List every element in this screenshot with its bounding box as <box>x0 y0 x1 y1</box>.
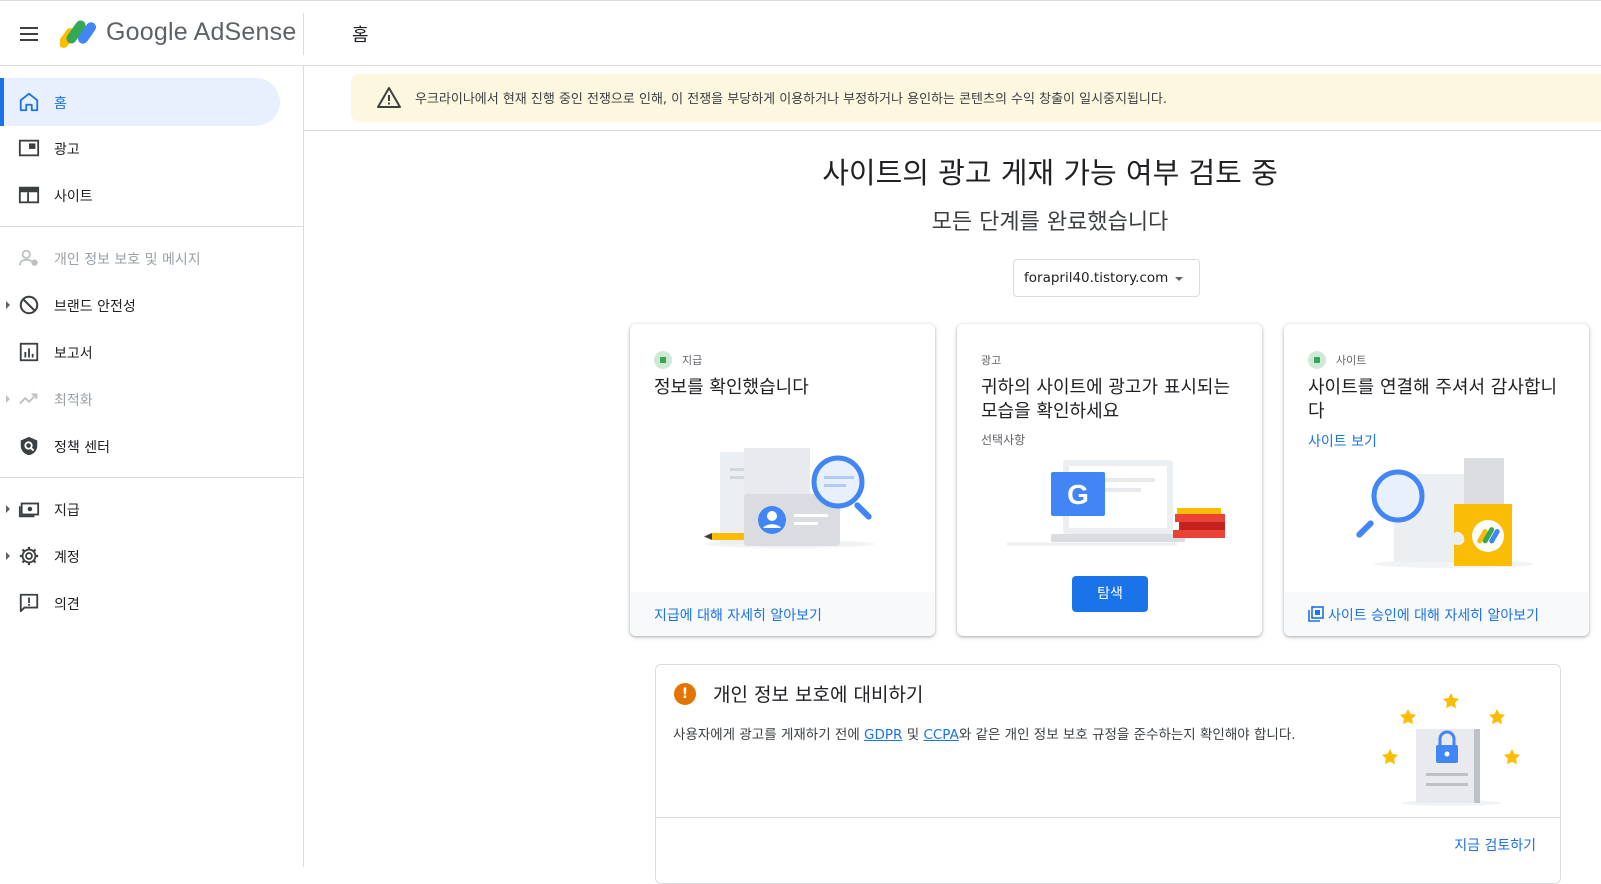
privacy-card-title: 개인 정보 보호에 대비하기 <box>713 684 924 706</box>
warning-icon <box>377 87 401 108</box>
expand-caret-icon <box>6 301 10 309</box>
privacy-body-text: 와 같은 개인 정보 보호 규정을 준수하는지 확인해야 합니다. <box>958 727 1296 743</box>
sidebar-item-account[interactable]: 계정 <box>0 532 280 580</box>
page-title: 홈 <box>352 25 369 46</box>
ad-unit-icon <box>18 139 40 157</box>
ccpa-link[interactable]: CCPA <box>923 727 958 743</box>
status-complete-icon <box>654 351 672 369</box>
block-icon <box>19 295 39 315</box>
sidebar-item-home[interactable]: 홈 <box>0 78 280 126</box>
bar-chart-icon <box>19 342 39 362</box>
card-eyebrow: 사이트 <box>1308 351 1366 369</box>
ads-card: 광고 귀하의 사이트에 광고가 표시되는 모습을 확인하세요 선택사항 G 탐색 <box>957 324 1262 636</box>
payments-learn-more-link[interactable]: 지급에 대해 자세히 알아보기 <box>654 605 822 625</box>
sidebar-item-label: 사이트 <box>54 189 93 205</box>
site-selector-value: forapril40.tistory.com <box>1024 270 1169 286</box>
privacy-lock-illustration <box>1382 693 1520 806</box>
dropdown-arrow-icon <box>1175 277 1183 281</box>
sidebar-item-label: 지급 <box>54 503 80 519</box>
logo-text: Google AdSense <box>106 18 297 46</box>
content-divider <box>304 130 1601 131</box>
sidebar-item-label: 홈 <box>54 96 67 112</box>
card-eyebrow-label: 광고 <box>981 354 1002 367</box>
sidebar-item-label: 정책 센터 <box>54 440 110 456</box>
privacy-body-text: 사용자에게 광고를 게재하기 전에 <box>673 727 865 743</box>
gdpr-link[interactable]: GDPR <box>864 727 902 743</box>
card-eyebrow-label: 지급 <box>682 354 703 367</box>
explore-button[interactable]: 탐색 <box>1072 576 1148 612</box>
gear-icon <box>19 546 39 566</box>
privacy-card-body: 사용자에게 광고를 게재하기 전에 GDPR 및 CCPA와 같은 개인 정보 … <box>673 723 1296 743</box>
feedback-icon <box>19 593 39 613</box>
card-footer: 사이트 승인에 대해 자세히 알아보기 <box>1284 592 1589 636</box>
card-footer: 지급에 대해 자세히 알아보기 <box>630 592 935 636</box>
sidebar-item-label: 보고서 <box>54 346 93 362</box>
card-eyebrow: 광고 <box>981 351 1001 369</box>
sidebar-item-ads[interactable]: 광고 <box>0 124 280 172</box>
sidebar-item-feedback[interactable]: 의견 <box>0 579 280 627</box>
svg-text:G: G <box>1067 479 1089 510</box>
sidebar-item-policy-center[interactable]: 정책 센터 <box>0 422 280 470</box>
privacy-prep-card: ! 개인 정보 보호에 대비하기 사용자에게 광고를 게재하기 전에 GDPR … <box>655 664 1561 884</box>
sidebar-item-brand-safety[interactable]: 브랜드 안전성 <box>0 281 280 329</box>
top-app-bar: Google AdSense 홈 <box>0 0 1601 66</box>
card-title: 정보를 확인했습니다 <box>654 377 809 398</box>
header-divider <box>303 13 304 55</box>
sidebar-item-label: 브랜드 안전성 <box>54 299 136 315</box>
site-selector-dropdown[interactable]: forapril40.tistory.com <box>1013 259 1200 297</box>
expand-caret-icon <box>6 395 10 403</box>
sidebar-item-reports[interactable]: 보고서 <box>0 328 280 376</box>
payments-illustration <box>704 448 875 548</box>
sidebar-item-label: 최적화 <box>54 393 93 409</box>
sidebar-divider <box>0 477 304 478</box>
expand-caret-icon <box>6 552 10 560</box>
sidebar-item-optimization[interactable]: 최적화 <box>0 375 280 423</box>
web-icon <box>18 186 40 204</box>
site-connection-illustration <box>1356 458 1534 568</box>
hamburger-menu-icon[interactable] <box>14 20 44 48</box>
notice-banner-text: 우크라이나에서 현재 진행 중인 전쟁으로 인해, 이 전쟁을 부당하게 이용하… <box>415 92 1167 107</box>
card-title: 귀하의 사이트에 광고가 표시되는 모습을 확인하세요 <box>981 377 1231 422</box>
sidebar-item-sites[interactable]: 사이트 <box>0 171 280 219</box>
sidebar-item-label: 광고 <box>54 142 80 158</box>
alert-exclamation-icon: ! <box>674 683 696 705</box>
review-now-link[interactable]: 지금 검토하기 <box>1454 835 1536 855</box>
sidebar-item-payments[interactable]: 지급 <box>0 485 280 533</box>
card-eyebrow: 지급 <box>654 351 702 369</box>
card-eyebrow-label: 사이트 <box>1336 354 1367 367</box>
sidebar-item-privacy-messaging[interactable]: 개인 정보 보호 및 메시지 <box>0 234 280 282</box>
sidebar-item-label: 개인 정보 보호 및 메시지 <box>54 252 201 268</box>
home-icon <box>19 92 39 112</box>
review-status-subline: 모든 단계를 완료했습니다 <box>931 210 1169 235</box>
review-status-headline: 사이트의 광고 게재 가능 여부 검토 중 <box>822 156 1278 190</box>
sidebar-item-label: 계정 <box>54 550 80 566</box>
card-title: 사이트를 연결해 주셔서 감사합니다 <box>1308 377 1558 422</box>
sidebar-divider <box>0 226 304 227</box>
ads-preview-illustration: G <box>1007 460 1225 546</box>
card-subtitle: 선택사항 <box>981 433 1026 447</box>
payments-card: 지급 정보를 확인했습니다 지급에 대해 자세히 알아보기 <box>630 324 935 636</box>
privacy-icon <box>18 249 38 266</box>
sidebar-item-label: 의견 <box>54 597 80 613</box>
adsense-logo-icon <box>60 20 96 48</box>
trending-up-icon <box>19 393 38 405</box>
notice-banner: 우크라이나에서 현재 진행 중인 전쟁으로 인해, 이 전쟁을 부당하게 이용하… <box>351 74 1601 122</box>
expand-caret-icon <box>6 505 10 513</box>
site-approval-learn-more-link[interactable]: 사이트 승인에 대해 자세히 알아보기 <box>1328 605 1539 625</box>
status-complete-icon <box>1308 351 1326 369</box>
payments-icon <box>18 502 40 518</box>
privacy-body-text: 및 <box>902 727 924 743</box>
sites-card: 사이트 사이트를 연결해 주셔서 감사합니다 사이트 보기 사이트 승인에 대해… <box>1284 324 1589 636</box>
policy-shield-icon <box>20 436 38 456</box>
sidebar: 홈 광고 사이트 개인 정보 보호 및 메시지 브랜드 안전성 보고서 최적화 … <box>0 66 304 867</box>
privacy-card-divider <box>656 817 1560 818</box>
library-books-icon <box>1308 606 1324 622</box>
